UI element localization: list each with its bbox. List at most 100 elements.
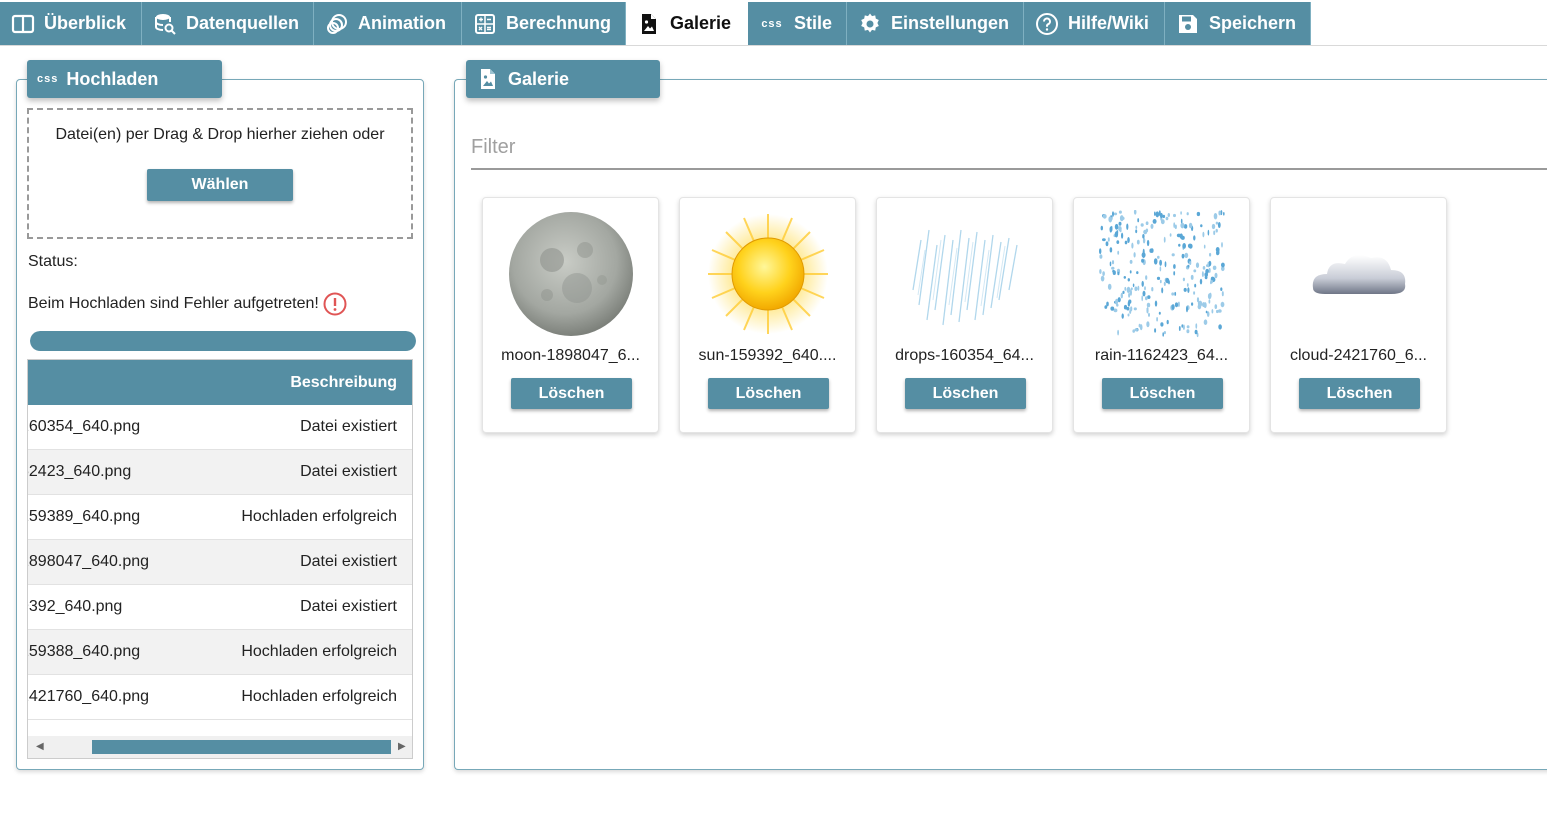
table-row: 2421760_640.png Hochladen erfolgreich — [27, 675, 412, 720]
horizontal-scrollbar[interactable]: ◀ ▶ — [28, 736, 412, 758]
rain-drop — [1113, 212, 1118, 216]
scrollbar-thumb[interactable] — [92, 740, 391, 754]
rain-drop — [1207, 229, 1210, 236]
rain-drop — [1108, 216, 1113, 223]
rain-drop — [1127, 237, 1130, 243]
rain-drop — [1126, 223, 1129, 230]
delete-button[interactable]: Löschen — [708, 378, 829, 409]
css-icon: css — [37, 73, 59, 85]
scroll-right-arrow-icon[interactable]: ▶ — [398, 741, 406, 752]
rain-drop — [1102, 238, 1106, 242]
delete-button[interactable]: Löschen — [1299, 378, 1420, 409]
file-name-cell: 2421760_640.png — [27, 688, 150, 705]
rain-drop — [1206, 264, 1209, 267]
delete-button[interactable]: Löschen — [1102, 378, 1223, 409]
rain-drop — [1131, 242, 1134, 249]
rain-drop — [1153, 258, 1158, 265]
rain-drop — [1213, 213, 1218, 220]
rain-drop — [1217, 309, 1222, 313]
rain-drop — [1184, 252, 1189, 259]
description-cell: Hochladen erfolgreich — [241, 508, 397, 525]
choose-files-button[interactable]: Wählen — [147, 169, 293, 201]
tab-label: Datenquellen — [186, 13, 300, 33]
rain-drop — [1145, 221, 1149, 225]
rain-drop — [1176, 233, 1181, 238]
rain-drop — [1141, 280, 1144, 287]
rain-drop — [1121, 232, 1124, 239]
rain-drop — [1120, 216, 1125, 220]
tab-speichern[interactable]: Speichern — [1165, 2, 1311, 45]
rain-drop — [1104, 305, 1108, 309]
file-name-cell: 9392_640.png — [27, 598, 123, 615]
delete-button[interactable]: Löschen — [511, 378, 632, 409]
rain-drop — [1213, 230, 1216, 236]
rain-drop — [1112, 270, 1116, 275]
rain-drop — [1160, 322, 1164, 327]
rain-drop — [1154, 300, 1158, 307]
rain-drop — [1102, 271, 1105, 276]
rain-drop — [1186, 283, 1189, 287]
rain-drop — [1203, 319, 1208, 325]
gallery-panel-title: Galerie — [508, 68, 570, 89]
database-search-icon — [152, 11, 178, 37]
scroll-left-arrow-icon[interactable]: ◀ — [36, 741, 44, 752]
tab-stile[interactable]: css Stile — [748, 2, 847, 45]
rain-drop — [1133, 252, 1136, 258]
tab-label: Berechnung — [506, 13, 612, 33]
tab-hilfe-wiki[interactable]: Hilfe/Wiki — [1024, 2, 1165, 45]
delete-button[interactable]: Löschen — [905, 378, 1026, 409]
table-row: 1898047_640.png Datei existiert — [28, 540, 412, 585]
rain-drop — [1195, 323, 1198, 329]
rain-drop — [1150, 248, 1154, 253]
tab-ueberblick[interactable]: Überblick — [0, 2, 142, 45]
rain-drop — [1211, 309, 1214, 314]
rain-drop — [1111, 260, 1115, 265]
gallery-card-sun: sun-159392_640.... Löschen — [679, 197, 856, 433]
upload-dropzone[interactable]: Datei(en) per Drag & Drop hierher ziehen… — [27, 108, 413, 239]
rain-drop — [1195, 262, 1200, 268]
rain-drop — [1142, 290, 1146, 297]
progress-fill — [30, 331, 416, 351]
rain-drop — [1132, 283, 1135, 288]
filter-input[interactable] — [471, 128, 1547, 166]
rain-drop — [1107, 237, 1110, 242]
description-cell: Datei existiert — [300, 418, 397, 435]
tab-einstellungen[interactable]: Einstellungen — [847, 2, 1024, 45]
rain-drop — [1162, 332, 1164, 337]
rain-drop — [1140, 223, 1144, 227]
rain-drop — [1178, 326, 1181, 331]
rain-drop — [1217, 222, 1221, 228]
tab-berechnung[interactable]: Berechnung — [462, 2, 626, 45]
rain-drop — [1164, 261, 1167, 268]
alert-circle-icon — [323, 292, 347, 316]
rain-drop — [1155, 211, 1160, 218]
tab-galerie[interactable]: Galerie — [626, 2, 748, 45]
table-header: Beschreibung — [28, 360, 412, 405]
rain-drop — [1148, 312, 1150, 317]
rain-drop — [1218, 210, 1221, 216]
description-cell: Datei existiert — [300, 553, 397, 570]
column-header-description[interactable]: Beschreibung — [290, 374, 397, 392]
tab-label: Stile — [794, 13, 833, 33]
upload-progress-bar — [30, 331, 416, 351]
rain-drop — [1205, 310, 1208, 314]
rain-drop — [1173, 222, 1176, 228]
rain-drop — [1159, 259, 1162, 266]
rain-drop — [1174, 291, 1177, 296]
rain-drop — [1162, 214, 1166, 219]
rain-drop — [1169, 233, 1172, 237]
rain-drop — [1203, 244, 1206, 249]
rain-drop — [1193, 269, 1197, 273]
tab-animation[interactable]: Animation — [314, 2, 462, 45]
tab-label: Einstellungen — [891, 13, 1010, 33]
rain-drop — [1221, 262, 1225, 268]
upload-error-message: Beim Hochladen sind Fehler aufgetreten! — [28, 292, 347, 316]
rain-drop — [1187, 287, 1190, 293]
rain-drop — [1141, 252, 1146, 258]
rain-drop — [1187, 264, 1190, 268]
tab-datenquellen[interactable]: Datenquellen — [142, 2, 314, 45]
rain-drop — [1196, 211, 1201, 217]
rain-drop — [1142, 234, 1145, 239]
rain-drop — [1146, 302, 1151, 308]
rain-drop — [1212, 265, 1217, 270]
